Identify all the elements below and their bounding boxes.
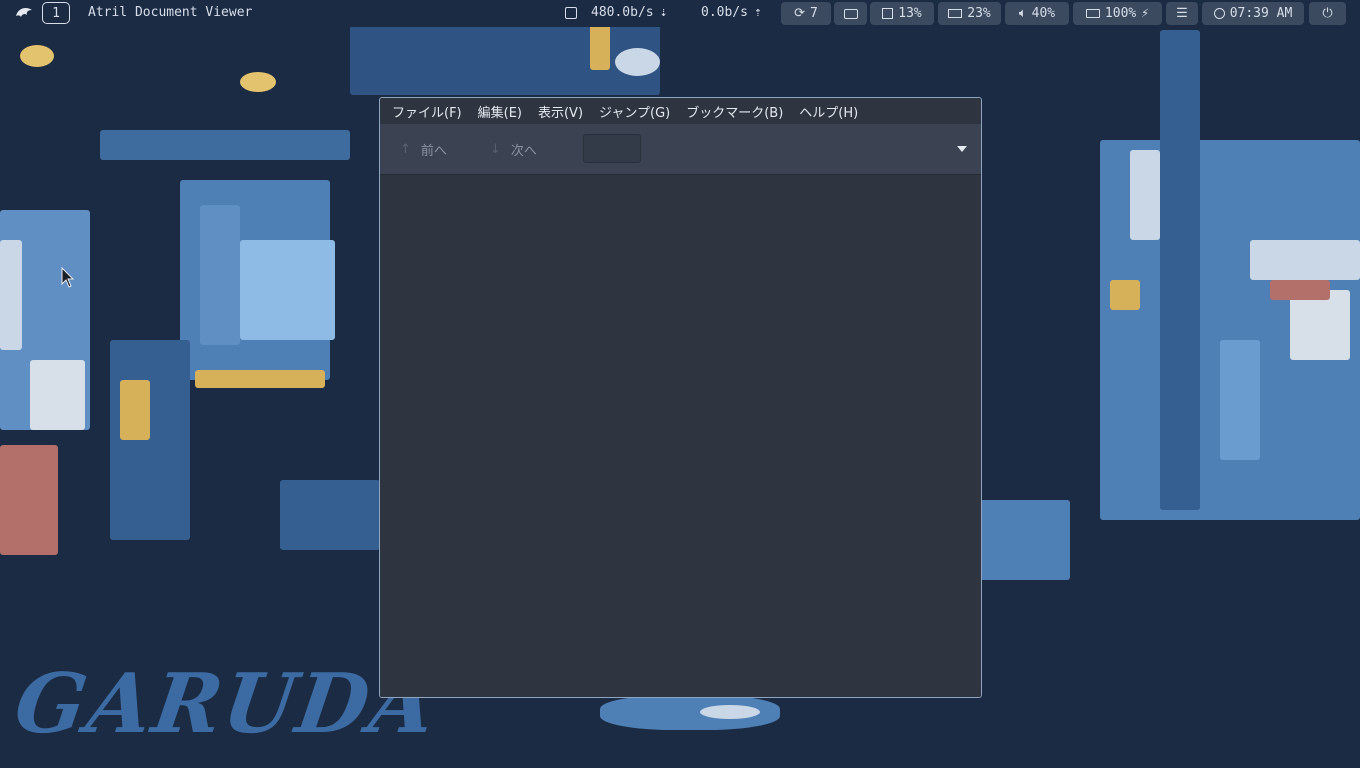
battery-widget[interactable]: 100% ⚡︎ xyxy=(1073,2,1162,25)
memory-usage: 23% xyxy=(967,6,991,21)
menu-file[interactable]: ファイル(F) xyxy=(384,102,470,121)
settings-widget[interactable]: ☰ xyxy=(1166,2,1198,25)
menu-view[interactable]: 表示(V) xyxy=(530,102,591,121)
battery-level: 100% xyxy=(1104,6,1137,21)
network-upload: 0.0b/s ⇡ xyxy=(701,5,762,20)
previous-label: 前へ xyxy=(420,144,447,159)
network-download: 480.0b/s ⇣ xyxy=(565,5,667,20)
upload-arrow-icon: ⇡ xyxy=(753,5,762,20)
workspace-button[interactable]: 1 xyxy=(42,2,70,24)
toolbar-overflow-chevron-down-icon[interactable] xyxy=(957,146,967,152)
cpu-usage: 13% xyxy=(898,6,922,21)
garuda-logo-text: GARUDA xyxy=(9,656,443,752)
menu-help[interactable]: ヘルプ(H) xyxy=(791,102,866,121)
refresh-icon: ⟳ xyxy=(794,6,806,21)
memory-widget[interactable]: 23% xyxy=(938,2,1001,25)
mouse-pointer-icon xyxy=(61,267,75,288)
updates-count: 7 xyxy=(810,6,818,21)
keyboard-icon xyxy=(843,8,858,19)
volume-widget[interactable]: 🔈︎ 40% xyxy=(1005,2,1069,25)
atril-window: ファイル(F) 編集(E) 表示(V) ジャンプ(G) ブックマーク(B) ヘル… xyxy=(379,97,982,698)
volume-level: 40% xyxy=(1031,6,1056,21)
toolbar: ↑ 前へ ↓ 次へ xyxy=(380,124,981,175)
menu-bookmarks[interactable]: ブックマーク(B) xyxy=(678,102,791,121)
download-speed: 480.0b/s xyxy=(591,5,654,20)
top-panel: 1 Atril Document Viewer 480.0b/s ⇣ 0.0b/… xyxy=(0,0,1360,27)
active-window-title: Atril Document Viewer xyxy=(88,5,253,20)
previous-page-button[interactable]: ↑ 前へ xyxy=(400,140,447,159)
volume-icon: 🔈︎ xyxy=(1018,6,1027,21)
sliders-icon: ☰ xyxy=(1176,6,1188,21)
arrow-up-icon: ↑ xyxy=(400,142,411,157)
menu-go[interactable]: ジャンプ(G) xyxy=(591,102,678,121)
plug-icon: ⚡︎ xyxy=(1141,6,1150,21)
clock-icon xyxy=(1213,8,1225,19)
next-page-button[interactable]: ↓ 次へ xyxy=(490,140,537,159)
power-widget[interactable]: ⏻ xyxy=(1309,2,1346,25)
menu-edit[interactable]: 編集(E) xyxy=(470,102,530,121)
clock-time: 07:39 AM xyxy=(1229,6,1293,21)
power-icon: ⏻ xyxy=(1322,6,1333,21)
download-arrow-icon: ⇣ xyxy=(659,5,668,20)
clock-widget[interactable]: 07:39 AM xyxy=(1202,2,1304,25)
network-icon xyxy=(565,6,577,19)
cpu-widget[interactable]: 13% xyxy=(870,2,934,25)
menu-bar: ファイル(F) 編集(E) 表示(V) ジャンプ(G) ブックマーク(B) ヘル… xyxy=(380,98,981,124)
cpu-icon xyxy=(882,8,894,19)
next-label: 次へ xyxy=(510,144,537,159)
memory-icon xyxy=(948,9,963,18)
document-view[interactable] xyxy=(380,175,981,697)
garuda-menu-icon[interactable] xyxy=(14,4,34,22)
arrow-down-icon: ↓ xyxy=(490,142,501,157)
battery-icon xyxy=(1085,9,1100,18)
keyboard-layout-widget[interactable] xyxy=(834,2,867,25)
page-number-input[interactable] xyxy=(583,134,641,163)
upload-speed: 0.0b/s xyxy=(701,5,748,20)
updates-widget[interactable]: ⟳ 7 xyxy=(781,2,831,25)
